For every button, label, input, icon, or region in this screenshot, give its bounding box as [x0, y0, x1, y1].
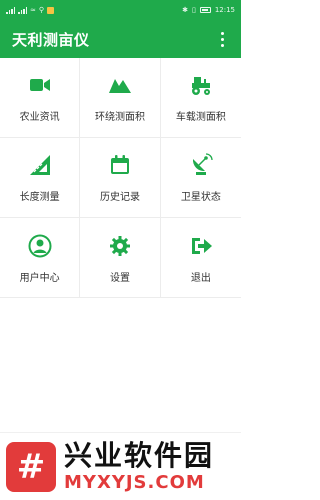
menu-item-vehicle-area[interactable]: 车载测面积: [160, 58, 241, 138]
ruler-icon: [27, 152, 53, 178]
app-bar: 天利测亩仪: [0, 20, 241, 58]
app-title: 天利测亩仪: [12, 30, 90, 49]
tractor-icon: [188, 72, 214, 98]
notification-app-icon: [47, 6, 55, 14]
menu-item-agri-news[interactable]: 农业资讯: [0, 58, 81, 138]
signal-icon-2: [18, 6, 27, 14]
menu-item-exit[interactable]: 退出: [161, 218, 241, 298]
usb-icon: ⚲: [38, 6, 45, 14]
status-time: 12:15: [214, 6, 235, 14]
menu-item-label: 环绕测面积: [94, 112, 145, 123]
status-left-icons: ≈ ⚲: [6, 6, 55, 14]
menu-item-user-center[interactable]: 用户中心: [0, 218, 81, 298]
menu-item-label: 历史记录: [99, 192, 140, 203]
brand-name-cn: 兴业软件园: [64, 438, 215, 472]
brand-logo: #: [6, 441, 56, 492]
user-circle-icon: [27, 233, 53, 259]
brand-text: 兴业软件园 MYXYJS.COM: [64, 438, 215, 493]
status-bar: ≈ ⚲ ✱ ▯ 12:15: [0, 0, 241, 20]
menu-item-settings[interactable]: 设置: [80, 218, 161, 298]
exit-icon: [188, 233, 214, 259]
mountain-icon: [107, 72, 133, 98]
video-camera-icon: [27, 72, 53, 98]
menu-item-label: 卫星状态: [180, 192, 221, 203]
menu-item-label: 设置: [109, 272, 130, 284]
menu-item-label: 农业资讯: [19, 112, 60, 123]
menu-item-surround-area[interactable]: 环绕测面积: [80, 58, 161, 138]
status-right-icons: ✱ ▯ 12:15: [182, 6, 235, 14]
logo-glyph: #: [16, 446, 46, 487]
brand-name-en: MYXYJS.COM: [64, 471, 205, 493]
menu-grid: 农业资讯 环绕测面积 车载测面积 长度测量 历史记录 卫星状态 用户中心 设置 …: [0, 58, 241, 298]
watermark-banner: # 兴业软件园 MYXYJS.COM: [0, 432, 241, 500]
menu-item-label: 车载测面积: [175, 112, 226, 123]
menu-item-history[interactable]: 历史记录: [80, 138, 161, 218]
menu-item-label: 用户中心: [19, 272, 60, 284]
satellite-dish-icon: [188, 152, 214, 178]
menu-item-satellite-status[interactable]: 卫星状态: [160, 138, 241, 218]
calendar-icon: [107, 152, 133, 178]
menu-item-length-measure[interactable]: 长度测量: [0, 138, 81, 218]
more-options-button[interactable]: [215, 28, 229, 50]
vibrate-icon: ▯: [191, 6, 196, 14]
signal-icon: [6, 6, 15, 14]
menu-item-label: 退出: [190, 272, 211, 284]
battery-icon: [199, 7, 211, 13]
gear-icon: [107, 233, 133, 259]
bluetooth-icon: ✱: [182, 6, 188, 14]
wifi-icon: ≈: [30, 6, 36, 14]
menu-item-label: 长度测量: [19, 192, 60, 203]
